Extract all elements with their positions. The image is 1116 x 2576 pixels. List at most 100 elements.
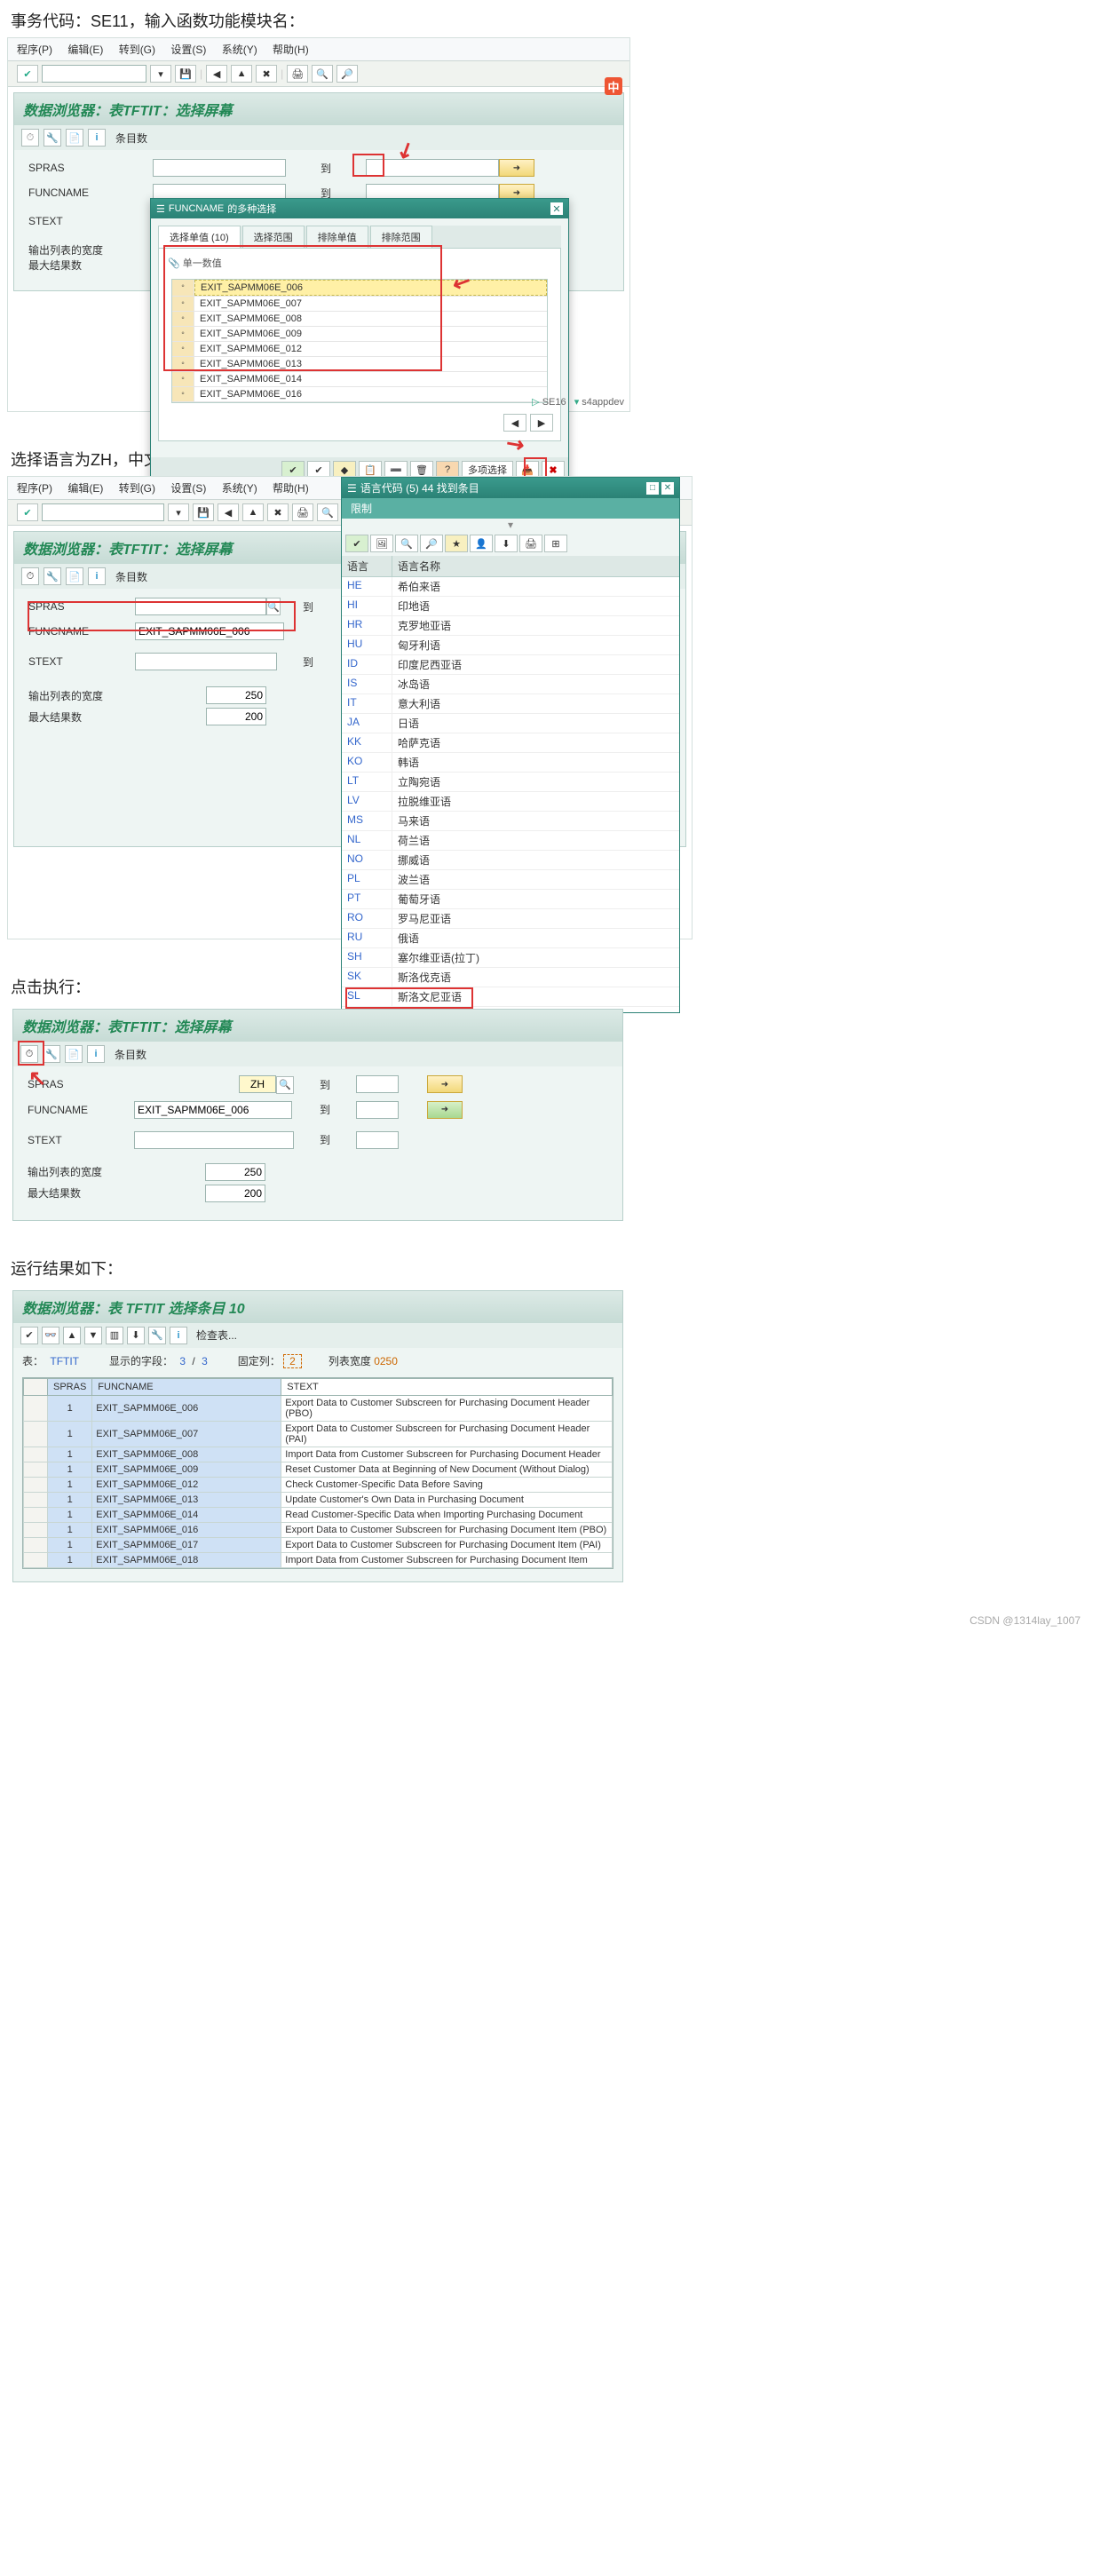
variant-icon[interactable]: 🔧 — [44, 129, 61, 147]
lang-row-LT[interactable]: LT立陶宛语 — [342, 773, 679, 792]
scroll-right-icon[interactable]: ▶ — [530, 414, 553, 432]
res-tools-icon[interactable]: 🔧 — [148, 1327, 166, 1344]
new-icon[interactable]: 📄 — [66, 129, 83, 147]
accept-icon[interactable]: ✔ — [17, 65, 38, 83]
ok-code-input[interactable] — [42, 65, 146, 83]
lang-hdr-name[interactable]: 语言名称 — [392, 556, 446, 576]
result-row[interactable]: 1EXIT_SAPMM06E_017Export Data to Custome… — [24, 1537, 613, 1552]
lang-row-KO[interactable]: KO韩语 — [342, 753, 679, 773]
lang-accept-icon[interactable]: ✔ — [345, 535, 368, 552]
save-icon-2[interactable]: 💾 — [193, 503, 214, 521]
find-icon[interactable]: 🔍 — [312, 65, 333, 83]
col-funcname[interactable]: FUNCNAME — [92, 1378, 281, 1395]
cancel-icon-2[interactable]: ✖ — [267, 503, 289, 521]
lang-row-HE[interactable]: HE希伯来语 — [342, 577, 679, 597]
res-export-icon[interactable]: ⬇ — [127, 1327, 145, 1344]
lang-layout-icon[interactable]: ⊞ — [544, 535, 567, 552]
find-next-icon[interactable]: 🔎 — [336, 65, 358, 83]
menu-program-2[interactable]: 程序(P) — [17, 482, 52, 495]
lang-row-PL[interactable]: PL波兰语 — [342, 870, 679, 890]
lang-row-MS[interactable]: MS马来语 — [342, 812, 679, 831]
lang-row-RU[interactable]: RU俄语 — [342, 929, 679, 948]
lang-hdr-code[interactable]: 语言 — [342, 556, 392, 576]
lang-maximize-icon[interactable]: □ — [646, 482, 659, 495]
ok-code-input-2[interactable] — [42, 503, 164, 521]
col-stext[interactable]: STEXT — [281, 1378, 613, 1395]
back-icon[interactable]: ◀ — [206, 65, 227, 83]
modal-close-icon[interactable]: ✕ — [550, 202, 563, 215]
lang-sort-icon[interactable]: ★ — [445, 535, 468, 552]
col-spras[interactable]: SPRAS — [48, 1378, 92, 1395]
scroll-left-icon[interactable]: ◀ — [503, 414, 526, 432]
menu-settings[interactable]: 设置(S) — [170, 44, 206, 56]
lang-row-PT[interactable]: PT葡萄牙语 — [342, 890, 679, 909]
tab-exclude-range[interactable]: 排除范围 — [370, 226, 432, 248]
result-row[interactable]: 1EXIT_SAPMM06E_018Import Data from Custo… — [24, 1552, 613, 1567]
modal-value-row[interactable]: ◦EXIT_SAPMM06E_006 — [172, 280, 547, 297]
find-icon-2[interactable]: 🔍 — [317, 503, 338, 521]
input-funcname-from-3[interactable] — [134, 1101, 292, 1119]
info-icon-2[interactable]: i — [88, 567, 106, 585]
result-row[interactable]: 1EXIT_SAPMM06E_007Export Data to Custome… — [24, 1421, 613, 1447]
input-funcname-from-2[interactable] — [135, 622, 284, 640]
res-info-icon[interactable]: i — [170, 1327, 187, 1344]
input-maxres-2[interactable] — [206, 708, 266, 725]
modal-value-row[interactable]: ◦EXIT_SAPMM06E_012 — [172, 342, 547, 357]
menu-goto[interactable]: 转到(G) — [119, 44, 155, 56]
modal-value-row[interactable]: ◦EXIT_SAPMM06E_008 — [172, 312, 547, 327]
menu-help-2[interactable]: 帮助(H) — [273, 482, 309, 495]
lang-close-icon[interactable]: ✕ — [661, 482, 674, 495]
input-stext-to-3[interactable] — [356, 1131, 399, 1149]
lang-row-SL[interactable]: SL斯洛文尼亚语 — [342, 987, 679, 1007]
tab-select-range[interactable]: 选择范围 — [242, 226, 305, 248]
col-select[interactable] — [24, 1378, 48, 1395]
result-row[interactable]: 1EXIT_SAPMM06E_012Check Customer-Specifi… — [24, 1477, 613, 1492]
result-row[interactable]: 1EXIT_SAPMM06E_008Import Data from Custo… — [24, 1447, 613, 1462]
lang-row-HU[interactable]: HU匈牙利语 — [342, 636, 679, 655]
lang-row-IS[interactable]: IS冰岛语 — [342, 675, 679, 694]
lang-row-SK[interactable]: SK斯洛伐克语 — [342, 968, 679, 987]
print-icon-2[interactable]: 🖨 — [292, 503, 313, 521]
tab-single-values[interactable]: 选择单值 (10) — [158, 226, 241, 248]
res-check-icon[interactable]: ✔ — [20, 1327, 38, 1344]
menu-help[interactable]: 帮助(H) — [273, 44, 309, 56]
exit-icon[interactable]: ▲ — [231, 65, 252, 83]
lang-row-JA[interactable]: JA日语 — [342, 714, 679, 733]
execute-icon-2[interactable]: ⏱ — [21, 567, 39, 585]
modal-value-row[interactable]: ◦EXIT_SAPMM06E_009 — [172, 327, 547, 342]
variant-icon-2[interactable]: 🔧 — [44, 567, 61, 585]
lang-row-LV[interactable]: LV拉脱维亚语 — [342, 792, 679, 812]
execute-icon[interactable]: ⏱ — [21, 129, 39, 147]
info-icon[interactable]: i — [88, 129, 106, 147]
lang-row-NO[interactable]: NO挪威语 — [342, 851, 679, 870]
lang-row-KK[interactable]: KK哈萨克语 — [342, 733, 679, 753]
menu-edit[interactable]: 编辑(E) — [67, 44, 103, 56]
lang-row-NL[interactable]: NL荷兰语 — [342, 831, 679, 851]
lang-personal-icon[interactable]: 👤 — [470, 535, 493, 552]
lang-export-icon[interactable]: ⬇ — [495, 535, 518, 552]
f4-spras-icon-3[interactable]: 🔍 — [276, 1076, 294, 1094]
new-icon-2[interactable]: 📄 — [66, 567, 83, 585]
new-icon-3[interactable]: 📄 — [65, 1045, 83, 1063]
check-table-label[interactable]: 检查表... — [196, 1328, 237, 1343]
lang-restrict-tab[interactable]: 限制 — [342, 498, 679, 519]
print-icon[interactable]: 🖨 — [287, 65, 308, 83]
menu-edit-2[interactable]: 编辑(E) — [67, 482, 103, 495]
cancel-icon[interactable]: ✖ — [256, 65, 277, 83]
lang-filter-icon[interactable]: 🖼 — [370, 535, 393, 552]
lang-row-IT[interactable]: IT意大利语 — [342, 694, 679, 714]
res-sort-asc-icon[interactable]: ▲ — [63, 1327, 81, 1344]
result-row[interactable]: 1EXIT_SAPMM06E_009Reset Customer Data at… — [24, 1462, 613, 1477]
multi-spras-button[interactable]: ➜ — [499, 159, 534, 177]
lang-find-next-icon[interactable]: 🔎 — [420, 535, 443, 552]
lang-row-SH[interactable]: SH塞尔维亚语(拉丁) — [342, 948, 679, 968]
modal-value-row[interactable]: ◦EXIT_SAPMM06E_016 — [172, 387, 547, 402]
lang-grid-body[interactable]: HE希伯来语HI印地语HR克罗地亚语HU匈牙利语ID印度尼西亚语IS冰岛语IT意… — [342, 577, 679, 1012]
modal-value-row[interactable]: ◦EXIT_SAPMM06E_014 — [172, 372, 547, 387]
input-outwidth-2[interactable] — [206, 686, 266, 704]
execute-icon-3[interactable]: ⏱ — [20, 1045, 38, 1063]
variant-icon-3[interactable]: 🔧 — [43, 1045, 60, 1063]
menu-system-2[interactable]: 系统(Y) — [222, 482, 257, 495]
save-icon[interactable]: 💾 — [175, 65, 196, 83]
lang-print-icon[interactable]: 🖨 — [519, 535, 542, 552]
